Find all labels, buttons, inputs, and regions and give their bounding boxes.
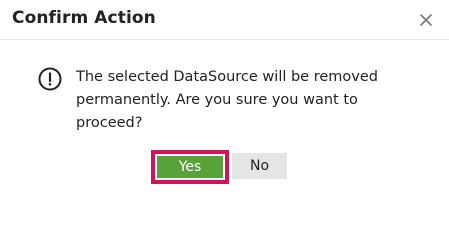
dialog-body: The selected DataSource will be removed … (0, 40, 449, 204)
close-icon[interactable] (419, 13, 433, 27)
dialog-header: Confirm Action (0, 0, 449, 40)
dialog-message: The selected DataSource will be removed … (76, 69, 378, 131)
no-button[interactable]: No (232, 153, 287, 179)
dialog-title: Confirm Action (12, 8, 156, 28)
info-circle-icon (38, 67, 62, 91)
yes-button[interactable]: Yes (157, 156, 223, 178)
yes-button-focus-outline: Yes (151, 150, 229, 184)
confirm-dialog: Confirm Action The selected DataSource w… (0, 0, 449, 204)
